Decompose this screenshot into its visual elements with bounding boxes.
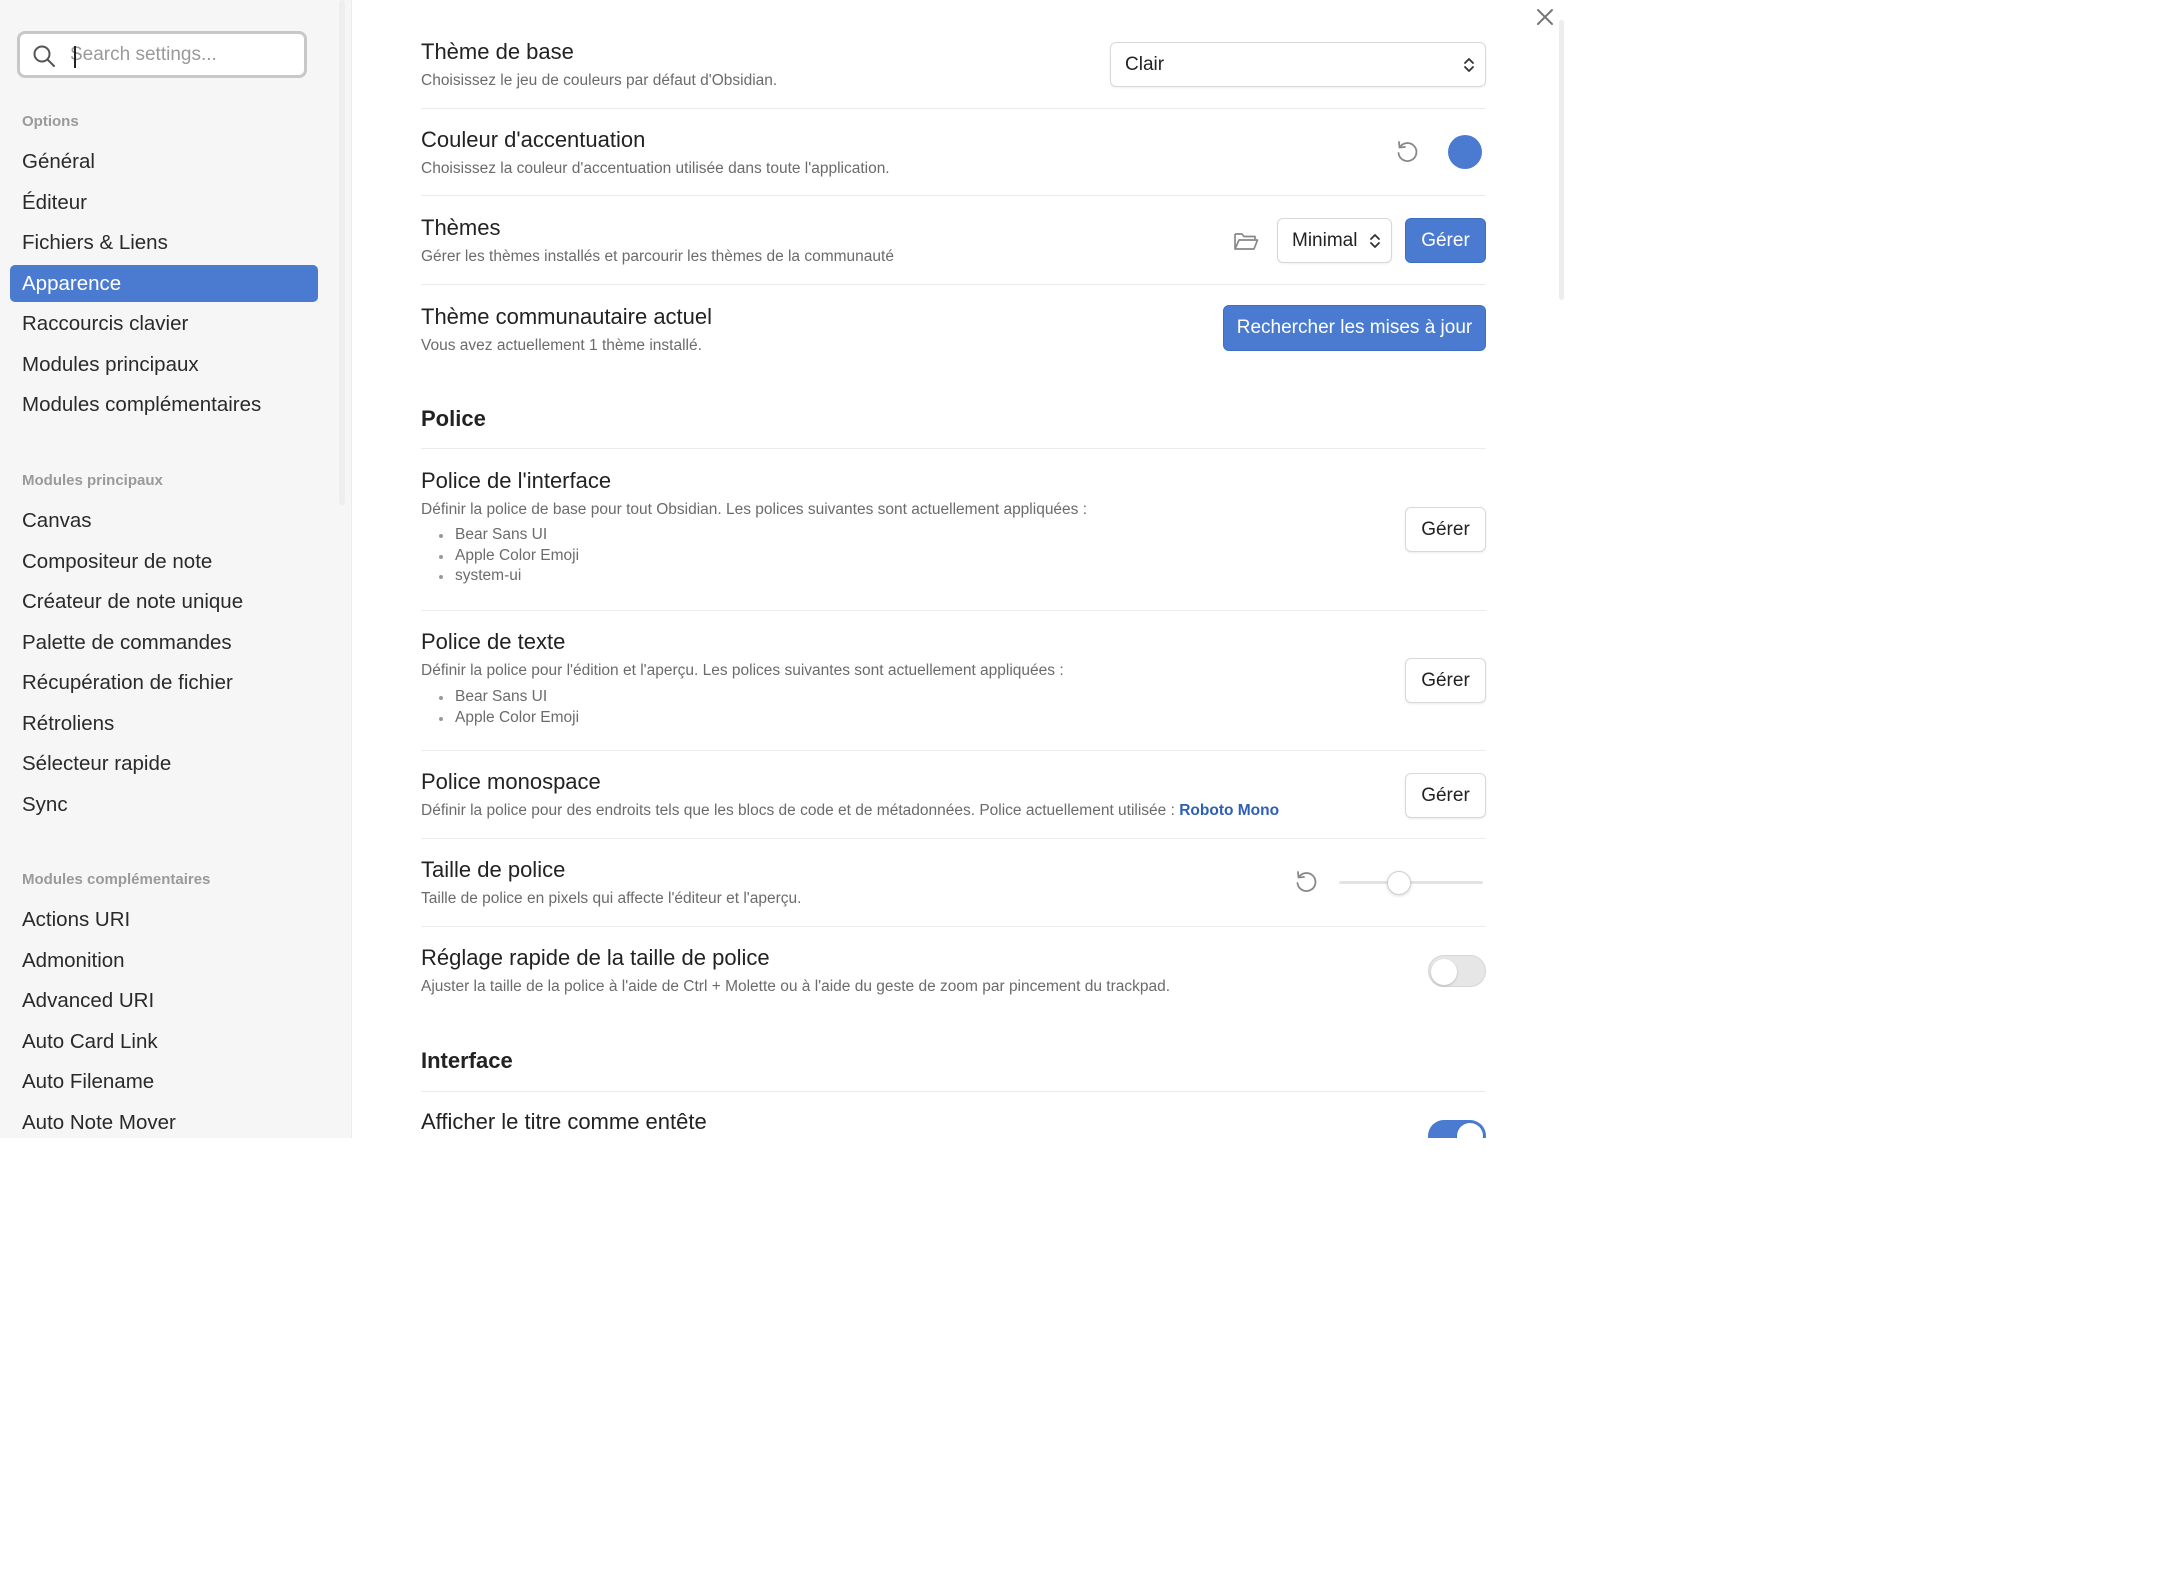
list-item: Bear Sans UI [439, 525, 579, 546]
sidebar-item-community-plugins[interactable]: Modules complémentaires [10, 386, 318, 423]
search-box[interactable] [17, 31, 307, 78]
setting-desc: Choisissez la couleur d'accentuation uti… [421, 160, 890, 177]
setting-title-as-header: Afficher le titre comme entête [421, 1092, 1486, 1138]
setting-title: Réglage rapide de la taille de police [421, 945, 770, 970]
sidebar-item-advanced-uri[interactable]: Advanced URI [10, 982, 318, 1019]
base-theme-select[interactable]: Clair [1110, 42, 1486, 87]
sidebar-item-file-recovery[interactable]: Récupération de fichier [10, 664, 318, 701]
check-updates-button[interactable]: Rechercher les mises à jour [1223, 305, 1486, 351]
manage-text-font-button[interactable]: Gérer [1405, 658, 1486, 703]
sidebar-item-general[interactable]: Général [10, 143, 318, 180]
sidebar-item-backlinks[interactable]: Rétroliens [10, 705, 318, 742]
setting-title: Thèmes [421, 215, 501, 240]
sidebar-item-command-palette[interactable]: Palette de commandes [10, 624, 318, 661]
setting-title: Thème communautaire actuel [421, 304, 713, 329]
list-item: Apple Color Emoji [439, 708, 579, 729]
close-icon[interactable] [1534, 6, 1556, 28]
setting-title: Thème de base [421, 39, 574, 64]
current-mono-font: Roboto Mono [1179, 802, 1280, 819]
settings-content: Thème de base Choisissez le jeu de coule… [352, 0, 1567, 1138]
setting-interface-font: Police de l'interface Définir la police … [421, 449, 1486, 611]
setting-desc: Définir la police pour des endroits tels… [421, 802, 1279, 820]
setting-text-font: Police de texte Définir la police pour l… [421, 611, 1486, 751]
toggle-knob [1457, 1123, 1483, 1138]
setting-accent-color: Couleur d'accentuation Choisissez la cou… [421, 109, 1486, 196]
setting-title: Taille de police [421, 857, 566, 882]
setting-title: Couleur d'accentuation [421, 127, 646, 152]
section-title-font: Police [421, 406, 486, 431]
quick-font-size-toggle[interactable] [1428, 955, 1486, 987]
list-item: Apple Color Emoji [439, 546, 579, 567]
sidebar-item-note-composer[interactable]: Compositeur de note [10, 543, 318, 580]
sidebar-item-admonition[interactable]: Admonition [10, 942, 318, 979]
search-input[interactable] [70, 40, 295, 70]
setting-desc: Taille de police en pixels qui affecte l… [421, 890, 802, 907]
setting-desc: Vous avez actuellement 1 thème installé. [421, 337, 702, 354]
font-list: Bear Sans UI Apple Color Emoji [439, 687, 579, 728]
setting-title: Police monospace [421, 769, 601, 794]
sidebar-header-core: Modules principaux [22, 472, 163, 489]
setting-community-theme: Thème communautaire actuel Vous avez act… [421, 285, 1486, 375]
list-item: Bear Sans UI [439, 687, 579, 708]
sidebar-item-editor[interactable]: Éditeur [10, 184, 318, 221]
setting-desc-text: Définir la police pour des endroits tels… [421, 802, 1175, 819]
setting-desc: Choisissez le jeu de couleurs par défaut… [421, 72, 778, 89]
reset-icon[interactable] [1394, 139, 1420, 165]
manage-mono-font-button[interactable]: Gérer [1405, 773, 1486, 818]
theme-select[interactable]: Minimal [1277, 218, 1392, 263]
text-caret [74, 46, 76, 68]
sidebar-item-quick-switcher[interactable]: Sélecteur rapide [10, 745, 318, 782]
search-icon [33, 45, 55, 67]
sidebar-scrollbar[interactable] [339, 0, 345, 505]
sidebar-item-hotkeys[interactable]: Raccourcis clavier [10, 305, 318, 342]
chevron-updown-icon [1370, 233, 1380, 248]
sidebar-item-canvas[interactable]: Canvas [10, 502, 318, 539]
setting-mono-font: Police monospace Définir la police pour … [421, 751, 1486, 839]
setting-quick-font-size: Réglage rapide de la taille de police Aj… [421, 927, 1486, 1017]
reset-icon[interactable] [1293, 869, 1319, 895]
accent-color-swatch[interactable] [1448, 135, 1482, 169]
section-title-interface: Interface [421, 1048, 513, 1073]
sidebar-header-community: Modules complémentaires [22, 871, 211, 888]
select-value: Clair [1125, 54, 1165, 75]
list-item: system-ui [439, 566, 579, 587]
sidebar-item-core-plugins[interactable]: Modules principaux [10, 346, 318, 383]
font-list: Bear Sans UI Apple Color Emoji system-ui [439, 525, 579, 587]
slider-thumb[interactable] [1387, 871, 1412, 895]
settings-sidebar: Options Général Éditeur Fichiers & Liens… [0, 0, 352, 1138]
setting-themes: Thèmes Gérer les thèmes installés et par… [421, 196, 1486, 285]
setting-desc: Gérer les thèmes installés et parcourir … [421, 248, 894, 265]
setting-title: Police de texte [421, 629, 566, 654]
setting-desc: Définir la police pour l'édition et l'ap… [421, 662, 1064, 679]
chevron-updown-icon [1464, 57, 1474, 72]
sidebar-item-files-links[interactable]: Fichiers & Liens [10, 224, 318, 261]
sidebar-item-auto-filename[interactable]: Auto Filename [10, 1063, 318, 1100]
manage-interface-font-button[interactable]: Gérer [1405, 507, 1486, 552]
setting-font-size: Taille de police Taille de police en pix… [421, 839, 1486, 927]
sidebar-header-options: Options [22, 113, 79, 130]
manage-themes-button[interactable]: Gérer [1405, 218, 1486, 263]
setting-title: Police de l'interface [421, 468, 612, 493]
setting-base-theme: Thème de base Choisissez le jeu de coule… [421, 28, 1486, 109]
content-scrollbar[interactable] [1559, 20, 1564, 300]
sidebar-item-actions-uri[interactable]: Actions URI [10, 901, 318, 938]
folder-icon[interactable] [1233, 230, 1259, 252]
setting-desc: Définir la police de base pour tout Obsi… [421, 501, 1088, 518]
sidebar-item-appearance[interactable]: Apparence [10, 265, 318, 302]
select-value: Minimal [1292, 230, 1358, 251]
sidebar-item-unique-note[interactable]: Créateur de note unique [10, 583, 318, 620]
sidebar-item-auto-card-link[interactable]: Auto Card Link [10, 1023, 318, 1060]
sidebar-item-sync[interactable]: Sync [10, 786, 318, 823]
setting-desc: Ajuster la taille de la police à l'aide … [421, 978, 1171, 995]
setting-title: Afficher le titre comme entête [421, 1109, 707, 1134]
title-header-toggle[interactable] [1428, 1120, 1486, 1138]
toggle-knob [1431, 959, 1457, 985]
sidebar-item-auto-note-mover[interactable]: Auto Note Mover [10, 1104, 318, 1141]
